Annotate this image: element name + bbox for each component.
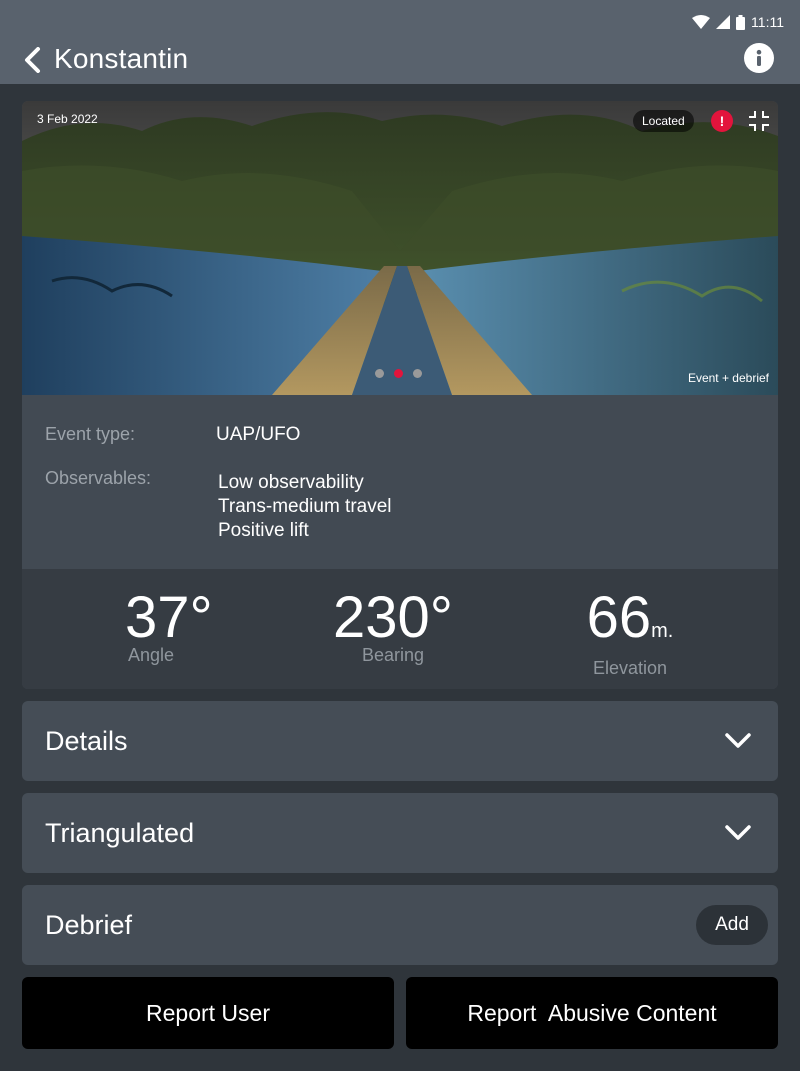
alert-icon[interactable]: ! — [711, 110, 733, 132]
carousel-dot-active[interactable] — [394, 369, 403, 378]
debrief-title: Debrief — [45, 910, 133, 940]
event-type-label: Event type: — [45, 424, 136, 444]
add-debrief-button[interactable]: Add — [696, 905, 768, 945]
elevation-unit: m. — [651, 620, 674, 642]
located-badge: Located — [633, 110, 694, 132]
signal-icon — [716, 15, 731, 29]
back-button[interactable] — [18, 44, 46, 76]
app-bar: 11:11 Konstantin — [0, 0, 800, 84]
chevron-left-icon — [25, 47, 40, 73]
carousel-indicator — [375, 369, 422, 378]
chevron-down-icon[interactable] — [724, 822, 752, 844]
status-time: 11:11 — [751, 14, 784, 30]
image-caption: Event + debrief — [687, 371, 769, 385]
event-photo — [22, 101, 778, 395]
report-user-button[interactable]: Report User — [22, 977, 394, 1049]
debrief-section: Debrief Add — [22, 885, 778, 965]
bearing-metric: 230° Bearing — [328, 587, 458, 666]
info-icon — [756, 49, 762, 66]
event-type-value: UAP/UFO — [216, 424, 301, 445]
metrics-panel: 37° Angle 230° Bearing 66m. Elevation — [22, 569, 778, 689]
event-photo-carousel[interactable]: 3 Feb 2022 Located ! Event + debrief — [22, 101, 778, 395]
bearing-value: 230° — [333, 585, 453, 650]
elevation-value: 66 — [586, 585, 652, 650]
details-title: Details — [45, 726, 128, 756]
event-card: 3 Feb 2022 Located ! Event + debrief Eve… — [22, 101, 778, 689]
event-date: 3 Feb 2022 — [37, 112, 98, 126]
carousel-dot[interactable] — [375, 369, 384, 378]
battery-icon — [736, 14, 746, 30]
elevation-metric: 66m. Elevation — [575, 587, 685, 679]
chevron-down-icon[interactable] — [724, 730, 752, 752]
observables-label: Observables: — [45, 468, 152, 488]
triangulated-title: Triangulated — [45, 818, 195, 848]
angle-value: 37° — [125, 585, 213, 650]
event-info: Event type: UAP/UFO Observables: Low obs… — [22, 395, 778, 569]
carousel-dot[interactable] — [413, 369, 422, 378]
triangulated-section[interactable]: Triangulated — [22, 793, 778, 873]
report-abusive-content-button[interactable]: Report Abusive Content — [406, 977, 778, 1049]
info-button[interactable] — [744, 43, 774, 73]
page-title: Konstantin — [54, 43, 189, 74]
status-bar: 11:11 — [692, 12, 784, 32]
angle-metric: 37° Angle — [125, 587, 225, 666]
collapse-icon[interactable] — [748, 110, 770, 132]
observables-list: Low observability Trans-medium travel Po… — [218, 468, 392, 546]
wifi-icon — [692, 15, 711, 29]
details-section[interactable]: Details — [22, 701, 778, 781]
